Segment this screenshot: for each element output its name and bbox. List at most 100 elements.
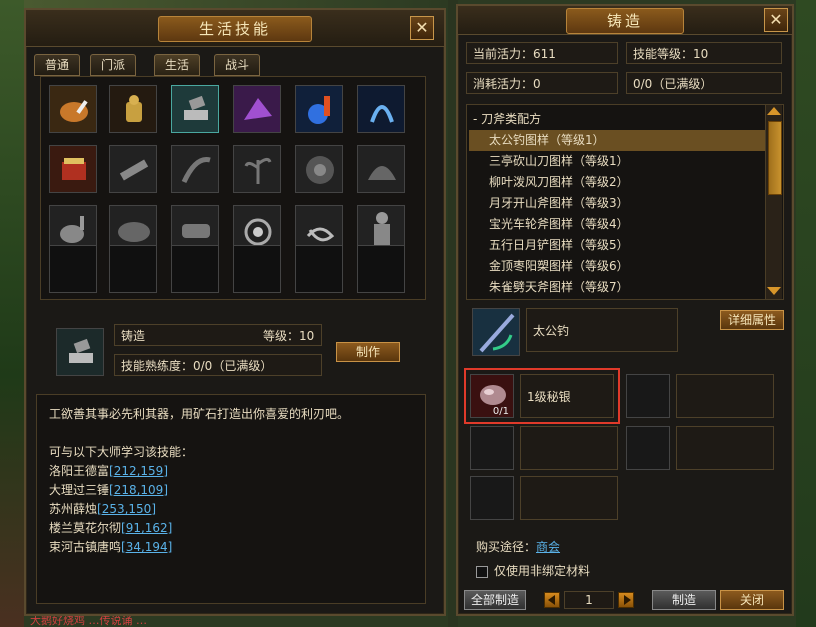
recipe-scrollbar[interactable]	[765, 105, 782, 299]
unbound-label: 仅使用非绑定材料	[494, 564, 591, 578]
skill-forging-icon[interactable]	[171, 85, 219, 133]
all-make-button[interactable]: 全部制造	[464, 590, 526, 610]
master-coord-link[interactable]: [212,159]	[109, 464, 168, 478]
empty-material-slot	[470, 476, 514, 520]
material-count: 0/1	[492, 406, 509, 417]
master-coord-link[interactable]: [91,162]	[121, 521, 172, 535]
recipe-item[interactable]: 金顶枣阳槊图样（等级6）	[469, 256, 765, 277]
product-fishing-rod-icon	[472, 308, 520, 356]
unbound-checkbox[interactable]	[476, 565, 488, 578]
recipe-item[interactable]: 三亭砍山刀图样（等级1）	[469, 151, 765, 172]
skill-cooking-icon[interactable]	[49, 85, 97, 133]
empty-skill-slot	[171, 245, 219, 293]
selected-skill-forging-icon	[56, 328, 104, 376]
close-icon: ✕	[415, 18, 429, 37]
skill-proficiency-field: 技能熟练度：0/0（已满级）	[114, 354, 322, 376]
recipe-list: - 刀斧类配方 太公钓图样（等级1） 三亭砍山刀图样（等级1） 柳叶泼风刀图样（…	[466, 104, 784, 300]
forge-window: 铸造 ✕ 当前活力：611 技能等级：10 消耗活力：0 0/0（已满级） - …	[456, 4, 794, 616]
close-button[interactable]: 关闭	[720, 590, 784, 610]
forge-titlebar: 铸造 ✕	[458, 6, 792, 35]
quantity-increase-arrow-icon[interactable]	[618, 592, 634, 608]
master-name: 楼兰莫花尔彻	[49, 521, 122, 535]
skill-gray-shield-icon[interactable]	[295, 145, 343, 193]
product-name-field: 太公钓	[526, 308, 678, 352]
purchase-row: 购买途径：商会	[476, 538, 560, 555]
master-coord-link[interactable]: [34,194]	[121, 540, 172, 554]
skill-magic-icon[interactable]	[357, 85, 405, 133]
master-coord-link[interactable]: [253,150]	[97, 502, 156, 516]
purchase-label: 购买途径：	[476, 540, 537, 554]
material-name-field: 1级秘银	[520, 374, 614, 418]
skill-intro: 工欲善其事必先利其器，用矿石打造出你喜爱的利刃吧。	[49, 407, 350, 421]
scroll-up-arrow-icon[interactable]	[767, 107, 781, 115]
recipe-category[interactable]: - 刀斧类配方	[469, 109, 765, 130]
master-entry: 洛阳王德富[212,159]	[49, 462, 413, 481]
skill-description-box: 工欲善其事必先利其器，用矿石打造出你喜爱的利刃吧。 可与以下大师学习该技能： 洛…	[36, 394, 426, 604]
masters-header: 可与以下大师学习该技能：	[49, 445, 194, 459]
purchase-link[interactable]: 商会	[536, 540, 560, 554]
recipe-item[interactable]: 柳叶泼风刀图样（等级2）	[469, 172, 765, 193]
tab-life[interactable]: 生活	[154, 54, 201, 76]
master-entry: 大理过三锤[218,109]	[49, 481, 413, 500]
recipe-item[interactable]: 太公钓图样（等级1）	[469, 130, 765, 151]
skill-icon-grid	[40, 76, 426, 300]
skill-gray-plant-icon[interactable]	[233, 145, 281, 193]
empty-material-name	[676, 426, 774, 470]
recipe-item[interactable]: 朱雀劈天斧图样（等级7）	[469, 277, 765, 298]
progress-field: 0/0（已满级）	[626, 72, 782, 94]
quantity-input[interactable]: 1	[564, 591, 614, 609]
tab-combat[interactable]: 战斗	[214, 54, 261, 76]
empty-skill-slot	[233, 245, 281, 293]
master-name: 洛阳王德富	[49, 464, 110, 478]
skill-gray-hammer-icon[interactable]	[109, 145, 157, 193]
detail-attributes-button[interactable]: 详细属性	[720, 310, 784, 330]
empty-skill-slot	[49, 245, 97, 293]
empty-material-slot	[626, 374, 670, 418]
skill-name-field: 铸造 等级：10	[114, 324, 322, 346]
cost-vigor-field: 消耗活力：0	[466, 72, 618, 94]
master-entry: 苏州薛烛[253,150]	[49, 500, 413, 519]
life-skills-titlebar: 生活技能 ✕	[26, 10, 444, 47]
close-icon: ✕	[769, 10, 783, 29]
recipe-item[interactable]: 宝光车轮斧图样（等级4）	[469, 214, 765, 235]
make-button[interactable]: 制作	[336, 342, 400, 362]
recipe-item[interactable]: 五行日月铲图样（等级5）	[469, 235, 765, 256]
master-name: 苏州薛烛	[49, 502, 98, 516]
tab-normal[interactable]: 普通	[34, 54, 81, 76]
scroll-thumb[interactable]	[768, 121, 782, 195]
skill-reading-icon[interactable]	[49, 145, 97, 193]
current-vigor-field: 当前活力：611	[466, 42, 618, 64]
master-name: 大理过三锤	[49, 483, 110, 497]
life-skills-title: 生活技能	[157, 16, 313, 42]
master-coord-link[interactable]: [218,109]	[109, 483, 168, 497]
empty-material-name	[676, 374, 774, 418]
skill-gray-feather-icon[interactable]	[171, 145, 219, 193]
material-ore-icon[interactable]: 0/1	[470, 374, 514, 418]
recipe-item[interactable]: 月牙开山斧图样（等级3）	[469, 193, 765, 214]
skill-pharmacy-icon[interactable]	[109, 85, 157, 133]
skill-tailoring-icon[interactable]	[233, 85, 281, 133]
forge-make-button[interactable]: 制造	[652, 590, 716, 610]
game-background-right	[796, 0, 816, 627]
game-background-left	[0, 0, 24, 627]
empty-skill-slot	[109, 245, 157, 293]
skill-gray-stone-icon[interactable]	[357, 145, 405, 193]
life-skills-window: 生活技能 ✕ 普通 门派 生活 战斗 铸造 等级：10 技能熟练度：0/0（已满…	[24, 8, 446, 616]
skill-level-field: 技能等级：10	[626, 42, 782, 64]
empty-skill-slot	[295, 245, 343, 293]
tab-sect[interactable]: 门派	[90, 54, 137, 76]
master-entry: 楼兰莫花尔彻[91,162]	[49, 519, 413, 538]
scroll-down-arrow-icon[interactable]	[767, 287, 781, 295]
master-name: 束河古镇唐鸣	[49, 540, 122, 554]
empty-material-name	[520, 426, 618, 470]
forge-close-button[interactable]: ✕	[764, 8, 788, 32]
life-skills-close-button[interactable]: ✕	[410, 16, 434, 40]
master-entry: 束河古镇唐鸣[34,194]	[49, 538, 413, 557]
quantity-decrease-arrow-icon[interactable]	[544, 592, 560, 608]
skill-level: 等级：10	[263, 329, 315, 343]
skill-name: 铸造	[121, 329, 146, 343]
empty-material-slot	[470, 426, 514, 470]
unbound-row: 仅使用非绑定材料	[476, 562, 590, 579]
empty-material-slot	[626, 426, 670, 470]
skill-crafting-icon[interactable]	[295, 85, 343, 133]
